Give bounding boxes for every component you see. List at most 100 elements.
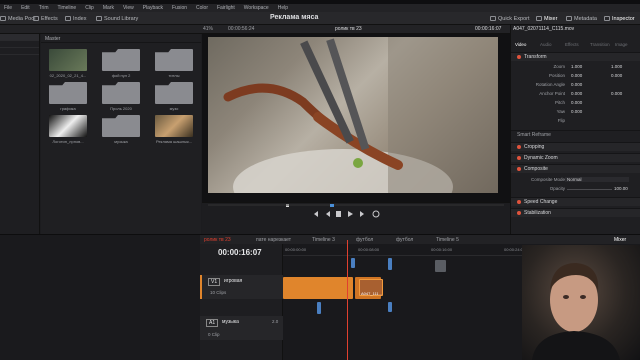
timeline-tab[interactable]: Timeline 5: [436, 237, 459, 243]
bin-name: Master: [41, 34, 201, 43]
timeline-tab[interactable]: футбол: [396, 237, 413, 243]
composite-mode-select[interactable]: Normal: [565, 177, 629, 182]
video-clip[interactable]: [283, 277, 353, 299]
inspector-tab[interactable]: Image: [615, 42, 628, 47]
dynamic-zoom-section[interactable]: Dynamic Zoom: [511, 153, 640, 162]
timeline-name[interactable]: ролик тв 23: [335, 26, 362, 32]
menu-item[interactable]: Clip: [85, 5, 94, 11]
timeline-tab[interactable]: Timeline 3: [312, 237, 335, 243]
sound-library-button[interactable]: Sound Library: [96, 14, 138, 23]
timeline-tab[interactable]: ролик тв 23: [204, 237, 231, 243]
skip-back-icon[interactable]: [314, 211, 318, 217]
bin-folder[interactable]: Проль 2020: [102, 82, 140, 111]
quick-export-button[interactable]: Quick Export: [490, 14, 529, 23]
opacity-slider[interactable]: [567, 189, 612, 190]
inspector-tab[interactable]: Transition: [590, 42, 610, 47]
menu-item[interactable]: Trim: [39, 5, 49, 11]
audio-clip[interactable]: [317, 302, 321, 314]
menu-bar: File Edit Trim Timeline Clip Mark View Playback…: [0, 4, 640, 12]
metadata-button[interactable]: Metadata: [566, 14, 597, 23]
composite-section[interactable]: Composite: [511, 164, 640, 173]
menu-item[interactable]: Fusion: [172, 5, 187, 11]
sidebar-item[interactable]: [0, 48, 39, 55]
menu-item[interactable]: Fairlight: [217, 5, 235, 11]
param-value-x[interactable]: 0.000: [571, 82, 582, 87]
bin-folder[interactable]: титлы: [155, 49, 193, 78]
clip-label: Логотип_лрнов...: [52, 139, 84, 144]
opacity-value[interactable]: 100.00: [614, 186, 628, 191]
menu-item[interactable]: Workspace: [244, 5, 269, 11]
inspector-tab[interactable]: Video: [515, 42, 526, 47]
param-value-y[interactable]: 0.000: [611, 91, 622, 96]
skip-forward-icon[interactable]: [360, 211, 364, 217]
media-clip[interactable]: 02_2020_02_21_4...: [49, 49, 87, 78]
param-value-x[interactable]: 0.000: [571, 109, 582, 114]
param-value-x[interactable]: 0.000: [571, 91, 582, 96]
param-value-x[interactable]: 0.000: [571, 100, 582, 105]
inspector-button[interactable]: Inspector: [604, 14, 635, 23]
mixer-tab[interactable]: Mixer: [614, 237, 626, 243]
cropping-section[interactable]: Cropping: [511, 142, 640, 151]
index-button[interactable]: Index: [65, 14, 86, 23]
enable-dot-icon[interactable]: [517, 55, 521, 59]
timeline-tab[interactable]: футбол: [356, 237, 373, 243]
video-clip[interactable]: [351, 258, 355, 268]
menu-item[interactable]: Playback: [143, 5, 163, 11]
enable-dot-icon[interactable]: [517, 145, 521, 149]
media-clip[interactable]: Реклама шашлык...: [155, 115, 193, 144]
track-id[interactable]: V1: [208, 278, 221, 286]
track-name[interactable]: музыка: [222, 319, 239, 325]
playhead[interactable]: [347, 240, 348, 360]
param-value-y[interactable]: 0.000: [611, 73, 622, 78]
param-value-y[interactable]: 1.000: [611, 64, 622, 69]
bin-folder[interactable]: музо: [155, 82, 193, 111]
enable-dot-icon[interactable]: [517, 211, 521, 215]
video-clip-selected[interactable]: A047_111...: [359, 279, 383, 296]
video-clip[interactable]: [388, 258, 392, 270]
media-clip[interactable]: Логотип_лрнов...: [49, 115, 87, 144]
param-value-x[interactable]: 0.000: [571, 73, 582, 78]
bin-folder[interactable]: музыка: [102, 115, 140, 144]
play-icon[interactable]: [348, 211, 353, 217]
sidebar-item[interactable]: [0, 41, 39, 48]
clip-label: графика: [60, 106, 76, 111]
inspector-tab[interactable]: Audio: [540, 42, 552, 47]
clip-thumbnail: [49, 115, 87, 137]
transform-section[interactable]: Transform: [511, 52, 640, 61]
stop-icon[interactable]: [336, 211, 341, 217]
bin-folder[interactable]: фой пул 2: [102, 49, 140, 78]
stabilization-section[interactable]: Stabilization: [511, 208, 640, 217]
menu-item[interactable]: View: [123, 5, 134, 11]
smart-reframe-section[interactable]: Smart Reframe: [511, 130, 640, 139]
media-pool-button[interactable]: Media Pool: [0, 14, 36, 23]
ruler-tick-label: 00:00:00:00: [285, 247, 307, 252]
clip-thumbnail: [155, 115, 193, 137]
menu-item[interactable]: Color: [196, 5, 208, 11]
zoom-level[interactable]: 41%: [203, 26, 213, 32]
menu-item[interactable]: Help: [278, 5, 288, 11]
timeline-tab[interactable]: пате нарезкает: [256, 237, 291, 243]
menu-item[interactable]: Timeline: [58, 5, 77, 11]
track-name[interactable]: игровая: [224, 278, 242, 284]
bin-folder[interactable]: графика: [49, 82, 87, 111]
enable-dot-icon[interactable]: [517, 156, 521, 160]
menu-item[interactable]: Edit: [21, 5, 30, 11]
audio-clip[interactable]: [388, 302, 392, 312]
video-clip[interactable]: [435, 260, 446, 272]
folder-icon: [155, 49, 193, 71]
sidebar-item-master[interactable]: [0, 34, 39, 41]
enable-dot-icon[interactable]: [517, 167, 521, 171]
menu-item[interactable]: File: [4, 5, 12, 11]
reverse-icon[interactable]: [326, 211, 330, 217]
track-id[interactable]: A1: [206, 319, 219, 327]
speed-change-section[interactable]: Speed Change: [511, 197, 640, 206]
mixer-button[interactable]: Mixer: [536, 14, 557, 23]
enable-dot-icon[interactable]: [517, 200, 521, 204]
inspector-tab[interactable]: Effects: [565, 42, 579, 47]
param-value-x[interactable]: 1.000: [571, 64, 582, 69]
loop-icon[interactable]: [372, 210, 380, 218]
menu-item[interactable]: Mark: [103, 5, 114, 11]
record-timecode: 00:00:16:07: [475, 26, 502, 32]
effects-button[interactable]: Effects: [33, 14, 58, 23]
clip-label: Реклама шашлык...: [155, 139, 193, 144]
